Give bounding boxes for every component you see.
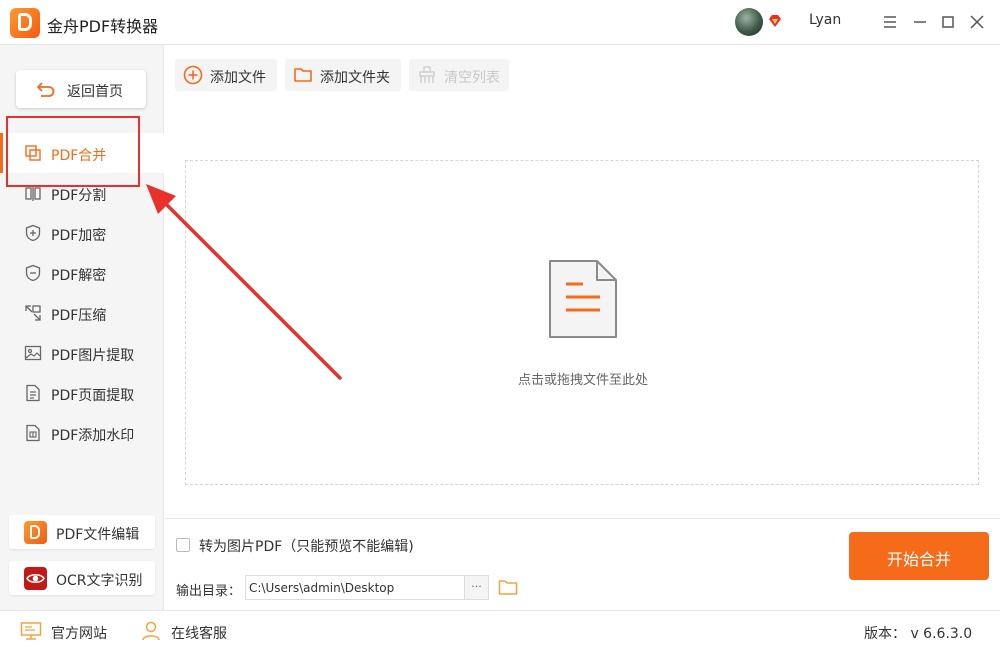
title-bar: 金舟PDF转换器 Lyan bbox=[0, 0, 1000, 45]
compress-icon bbox=[25, 305, 41, 321]
clear-list-button[interactable]: 清空列表 bbox=[409, 59, 509, 91]
sidebar-item-extract-images[interactable]: PDF图片提取 bbox=[0, 333, 164, 373]
add-file-button[interactable]: 添加文件 bbox=[175, 59, 277, 91]
vip-diamond-icon[interactable] bbox=[768, 14, 782, 28]
close-icon[interactable] bbox=[967, 12, 987, 32]
status-bar: 官方网站 在线客服 版本： v 6.6.3.0 bbox=[0, 610, 1000, 650]
output-dir-label: 输出目录： bbox=[176, 584, 242, 599]
minimize-icon[interactable] bbox=[910, 12, 930, 32]
open-folder-icon[interactable] bbox=[498, 578, 518, 596]
menu-icon[interactable] bbox=[880, 12, 900, 32]
add-file-label: 添加文件 bbox=[210, 70, 266, 86]
sidebar-item-label: PDF页面提取 bbox=[51, 388, 135, 404]
ocr-eye-icon bbox=[24, 567, 47, 590]
file-drop-zone[interactable]: 点击或拖拽文件至此处 bbox=[185, 160, 979, 485]
sidebar-item-watermark[interactable]: PDF添加水印 bbox=[0, 413, 164, 453]
sidebar-item-label: PDF加密 bbox=[51, 228, 107, 244]
watermark-icon bbox=[26, 424, 40, 442]
avatar[interactable] bbox=[735, 8, 763, 36]
sidebar-item-extract-pages[interactable]: PDF页面提取 bbox=[0, 373, 164, 413]
official-website-link[interactable]: 官方网站 bbox=[20, 621, 115, 642]
sidebar-item-label: PDF图片提取 bbox=[51, 348, 135, 364]
merge-icon bbox=[25, 145, 41, 161]
pdf-edit-tool-card[interactable]: PDF文件编辑 bbox=[9, 515, 155, 549]
document-icon bbox=[549, 260, 617, 338]
ocr-tool-card[interactable]: OCR文字识别 bbox=[9, 561, 155, 595]
maximize-icon[interactable] bbox=[938, 12, 958, 32]
start-merge-button[interactable]: 开始合并 bbox=[849, 532, 989, 580]
online-support-label: 在线客服 bbox=[171, 626, 227, 642]
drop-hint-text: 点击或拖拽文件至此处 bbox=[517, 373, 648, 388]
back-home-label: 返回首页 bbox=[67, 84, 123, 100]
online-support-link[interactable]: 在线客服 bbox=[140, 621, 235, 642]
app-logo-icon bbox=[10, 8, 40, 38]
sidebar: 返回首页 PDF合并 PDF分割 PDF加密 PDF解密 PDF压缩 PDF图片… bbox=[0, 45, 164, 610]
folder-icon bbox=[294, 68, 312, 82]
output-options-panel: 转为图片PDF（只能预览不能编辑) 输出目录： C:\Users\admin\D… bbox=[165, 518, 1000, 610]
broom-icon bbox=[419, 66, 435, 83]
sidebar-item-merge[interactable]: PDF合并 bbox=[0, 133, 164, 173]
app-title: 金舟PDF转换器 bbox=[47, 17, 159, 36]
shield-plus-icon bbox=[25, 224, 41, 242]
add-folder-label: 添加文件夹 bbox=[320, 70, 390, 86]
sidebar-item-label: PDF添加水印 bbox=[51, 428, 135, 444]
official-website-label: 官方网站 bbox=[51, 626, 107, 642]
sidebar-item-label: PDF解密 bbox=[51, 268, 107, 284]
user-support-icon bbox=[142, 621, 160, 641]
shield-minus-icon bbox=[25, 264, 41, 282]
plus-circle-icon bbox=[183, 65, 203, 85]
sidebar-item-label: PDF压缩 bbox=[51, 308, 107, 324]
page-icon bbox=[26, 384, 40, 402]
image-pdf-checkbox[interactable] bbox=[176, 538, 190, 552]
image-icon bbox=[24, 345, 42, 361]
sidebar-item-encrypt[interactable]: PDF加密 bbox=[0, 213, 164, 253]
split-icon bbox=[25, 185, 41, 201]
sidebar-item-label: PDF合并 bbox=[51, 148, 107, 164]
back-arrow-icon bbox=[37, 82, 55, 97]
username[interactable]: Lyan bbox=[809, 12, 841, 28]
ocr-label: OCR文字识别 bbox=[56, 573, 143, 589]
sidebar-item-split[interactable]: PDF分割 bbox=[0, 173, 164, 213]
sidebar-item-compress[interactable]: PDF压缩 bbox=[0, 293, 164, 333]
version-label: 版本： v 6.6.3.0 bbox=[864, 626, 973, 642]
sidebar-item-label: PDF分割 bbox=[51, 188, 107, 204]
add-folder-button[interactable]: 添加文件夹 bbox=[285, 59, 401, 91]
pdf-edit-icon bbox=[24, 521, 47, 544]
browse-button[interactable]: ··· bbox=[465, 575, 489, 600]
sidebar-item-decrypt[interactable]: PDF解密 bbox=[0, 253, 164, 293]
monitor-icon bbox=[20, 622, 42, 640]
image-pdf-checkbox-label[interactable]: 转为图片PDF（只能预览不能编辑) bbox=[199, 536, 414, 556]
clear-list-label: 清空列表 bbox=[444, 70, 500, 86]
back-home-button[interactable]: 返回首页 bbox=[16, 70, 146, 108]
output-path-field[interactable]: C:\Users\admin\Desktop bbox=[245, 575, 465, 600]
pdf-edit-label: PDF文件编辑 bbox=[56, 527, 140, 543]
